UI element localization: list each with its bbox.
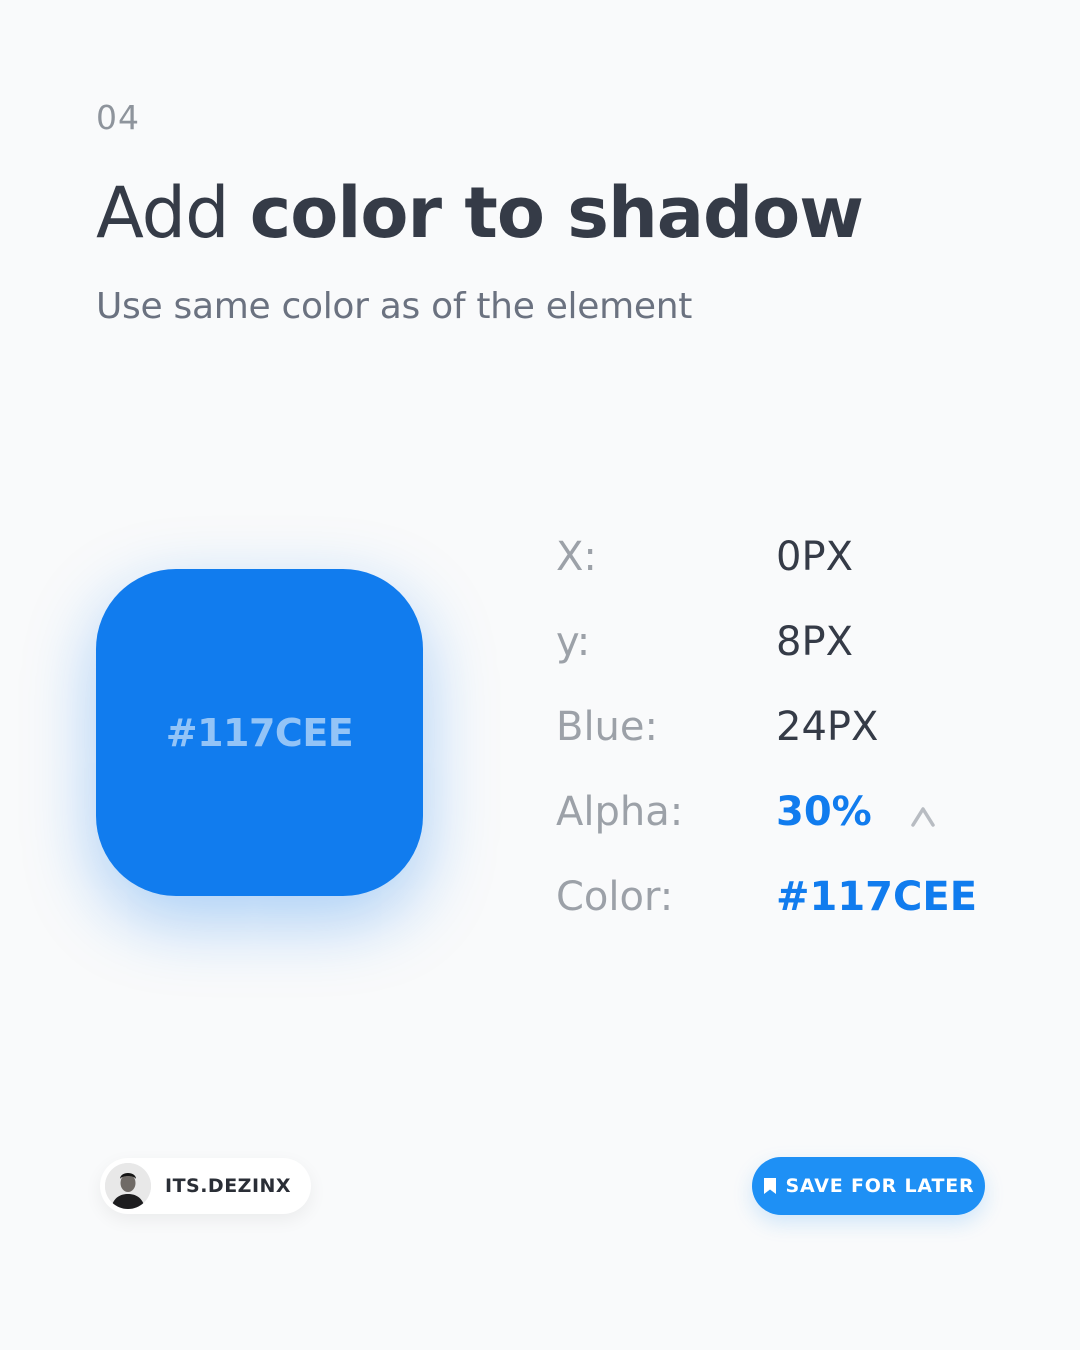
page-title: Add color to shadow (96, 178, 864, 248)
page-subtitle: Use same color as of the element (96, 286, 693, 327)
prop-value: 24PX (776, 704, 879, 750)
prop-row-alpha: Alpha: 30% (556, 785, 976, 870)
prop-row-x: X: 0PX (556, 530, 976, 615)
prop-key: X: (556, 534, 597, 580)
prop-key: Alpha: (556, 789, 684, 835)
prop-key: y: (556, 619, 591, 665)
prop-row-y: y: 8PX (556, 615, 976, 700)
prop-row-color: Color: #117CEE (556, 870, 978, 955)
author-chip[interactable]: ITS.DEZINX (100, 1158, 312, 1214)
caret-up-icon (911, 807, 935, 827)
author-name: ITS.DEZINX (165, 1175, 292, 1197)
prop-value: 8PX (776, 619, 853, 665)
swatch-label: #117CEE (165, 710, 354, 755)
prop-row-blur: Blue: 24PX (556, 700, 976, 785)
shadow-properties: X: 0PX y: 8PX Blue: 24PX Alpha: 30% Colo… (556, 530, 978, 955)
prop-key: Color: (556, 874, 674, 920)
step-number: 04 (96, 98, 140, 137)
prop-value: #117CEE (776, 874, 978, 920)
prop-value: 30% (776, 789, 872, 835)
bookmark-icon (763, 1178, 776, 1194)
color-swatch: #117CEE (96, 569, 423, 896)
prop-key: Blue: (556, 704, 658, 750)
avatar-photo-icon (105, 1163, 151, 1209)
title-light: Add (96, 172, 230, 254)
save-for-later-button[interactable]: SAVE FOR LATER (752, 1157, 985, 1215)
title-bold: color to shadow (249, 172, 864, 254)
save-label: SAVE FOR LATER (785, 1175, 975, 1197)
prop-value: 0PX (776, 534, 853, 580)
